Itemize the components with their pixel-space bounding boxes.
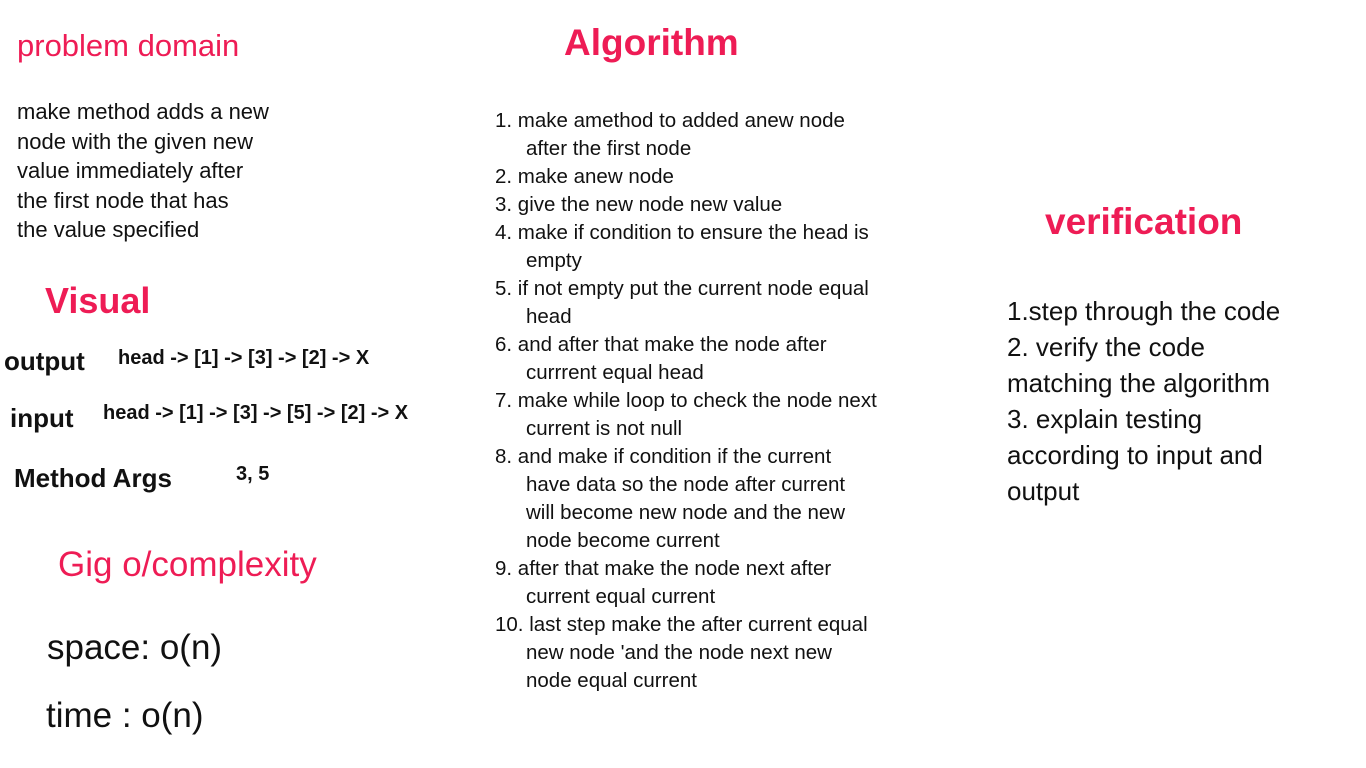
algorithm-step-continuation: new node 'and the node next new — [526, 641, 832, 664]
algorithm-step-continuation: current equal current — [526, 585, 716, 608]
visual-title: Visual — [45, 280, 151, 321]
algorithm-step: 6. and after that make the node after — [495, 333, 827, 356]
verification-line: output — [1007, 476, 1080, 506]
output-value: head -> [1] -> [3] -> [2] -> X — [118, 347, 370, 369]
algorithm-step: 3. give the new node new value — [495, 193, 783, 216]
output-label: output — [4, 346, 85, 376]
algorithm-step-continuation: node equal current — [526, 669, 697, 692]
input-value: head -> [1] -> [3] -> [5] -> [2] -> X — [103, 402, 409, 424]
algorithm-step-continuation: empty — [526, 249, 582, 272]
time-complexity: time : o(n) — [46, 696, 204, 735]
algorithm-title: Algorithm — [564, 22, 739, 63]
algorithm-step: 10. last step make the after current equ… — [495, 613, 868, 636]
problem-domain-title: problem domain — [17, 28, 240, 63]
verification-line: according to input and — [1007, 440, 1263, 470]
algorithm-step-continuation: will become new node and the new — [526, 501, 846, 524]
algorithm-step: 5. if not empty put the current node equ… — [495, 277, 869, 300]
algorithm-step: 1. make amethod to added anew node — [495, 109, 845, 132]
algorithm-step: 7. make while loop to check the node nex… — [495, 389, 877, 412]
algorithm-step: 9. after that make the node next after — [495, 557, 832, 580]
algorithm-step: 4. make if condition to ensure the head … — [495, 221, 869, 244]
space-complexity: space: o(n) — [47, 628, 223, 667]
verification-line: matching the algorithm — [1007, 368, 1271, 398]
problem-domain-line: node with the given new — [17, 128, 254, 154]
complexity-title: Gig o/complexity — [58, 545, 317, 584]
algorithm-step: 2. make anew node — [495, 165, 674, 188]
problem-domain-line: the first node that has — [17, 187, 229, 213]
algorithm-step-continuation: after the first node — [526, 137, 692, 160]
problem-domain-text: make method adds a new node with the giv… — [17, 97, 317, 245]
algorithm-steps: 1. make amethod to added anew node after … — [495, 107, 975, 695]
algorithm-step: 8. and make if condition if the current — [495, 445, 832, 468]
verification-line: 3. explain testing — [1007, 404, 1203, 434]
algorithm-step-continuation: node become current — [526, 529, 720, 552]
algorithm-step-continuation: have data so the node after current — [526, 473, 846, 496]
algorithm-step-continuation: head — [526, 305, 572, 328]
method-args-label: Method Args — [14, 463, 172, 493]
verification-steps: 1.step through the code 2. verify the co… — [1007, 293, 1347, 509]
verification-line: 2. verify the code — [1007, 332, 1205, 362]
problem-domain-line: the value specified — [17, 217, 200, 242]
input-label: input — [10, 403, 74, 433]
verification-title: verification — [1045, 201, 1243, 242]
verification-line: 1.step through the code — [1007, 296, 1281, 326]
method-args-value: 3, 5 — [236, 463, 270, 485]
problem-domain-line: value immediately after — [17, 158, 244, 183]
algorithm-step-continuation: currrent equal head — [526, 361, 704, 384]
problem-domain-line: make method adds a new — [17, 99, 269, 124]
algorithm-step-continuation: current is not null — [526, 417, 683, 440]
